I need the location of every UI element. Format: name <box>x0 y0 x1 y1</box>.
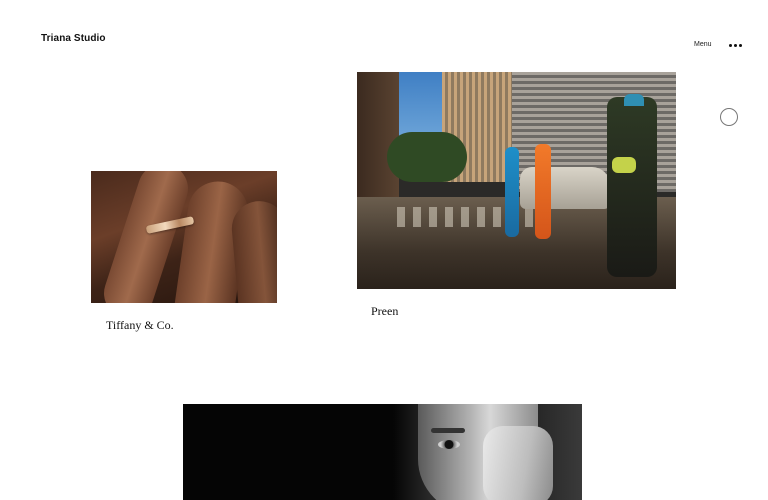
brand-logo[interactable]: Triana Studio <box>41 33 106 44</box>
project-image-portrait[interactable] <box>183 404 582 500</box>
circle-cursor-icon[interactable] <box>720 108 738 126</box>
menu-button[interactable]: Menu <box>694 41 712 48</box>
project-caption-preen[interactable]: Preen <box>371 304 398 319</box>
more-dots-icon[interactable] <box>729 44 742 47</box>
project-caption-tiffany[interactable]: Tiffany & Co. <box>106 318 174 333</box>
project-image-tiffany[interactable] <box>91 171 277 303</box>
project-image-preen[interactable] <box>357 72 676 289</box>
